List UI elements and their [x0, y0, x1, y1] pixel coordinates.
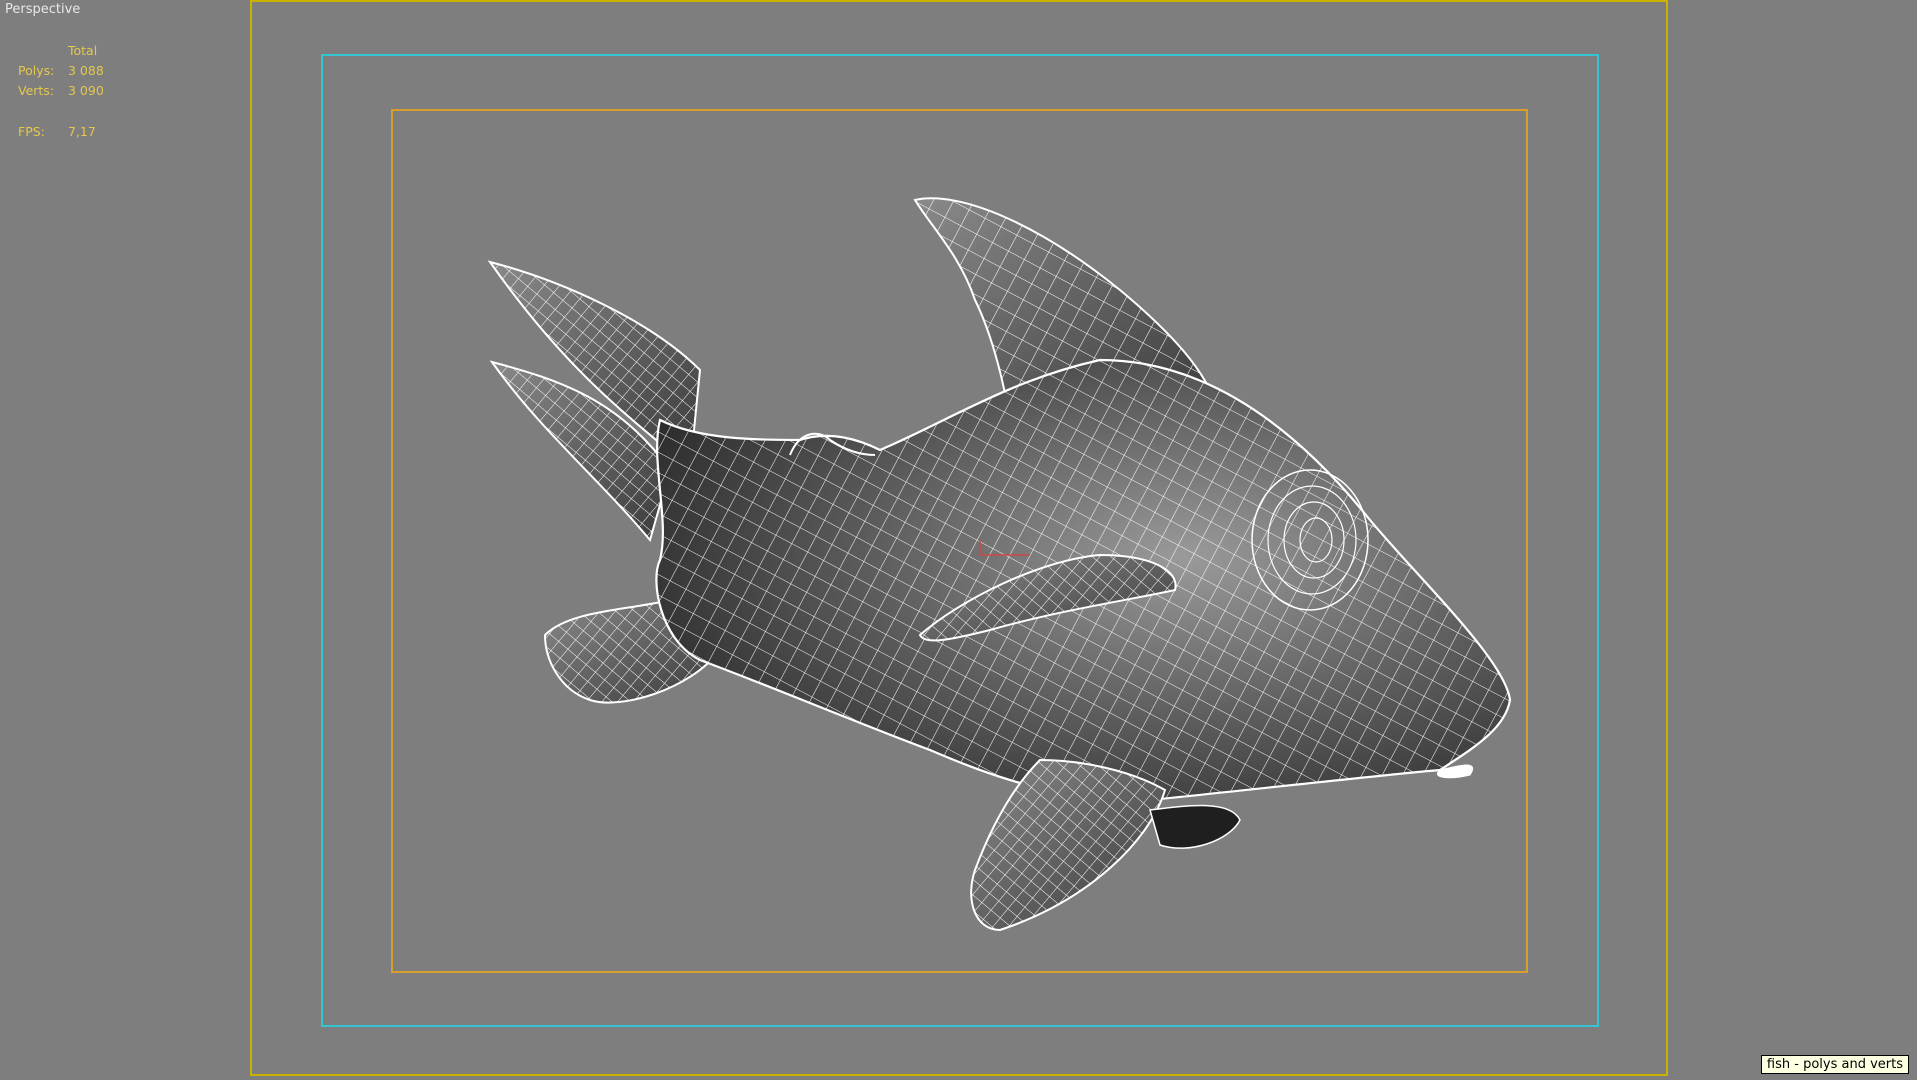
tooltip: fish - polys and verts	[1760, 1055, 1909, 1074]
fish-wireframe-mesh[interactable]	[0, 0, 1917, 1080]
perspective-viewport[interactable]: Perspective Total Polys: 3 088 Verts: 3 …	[0, 0, 1917, 1080]
